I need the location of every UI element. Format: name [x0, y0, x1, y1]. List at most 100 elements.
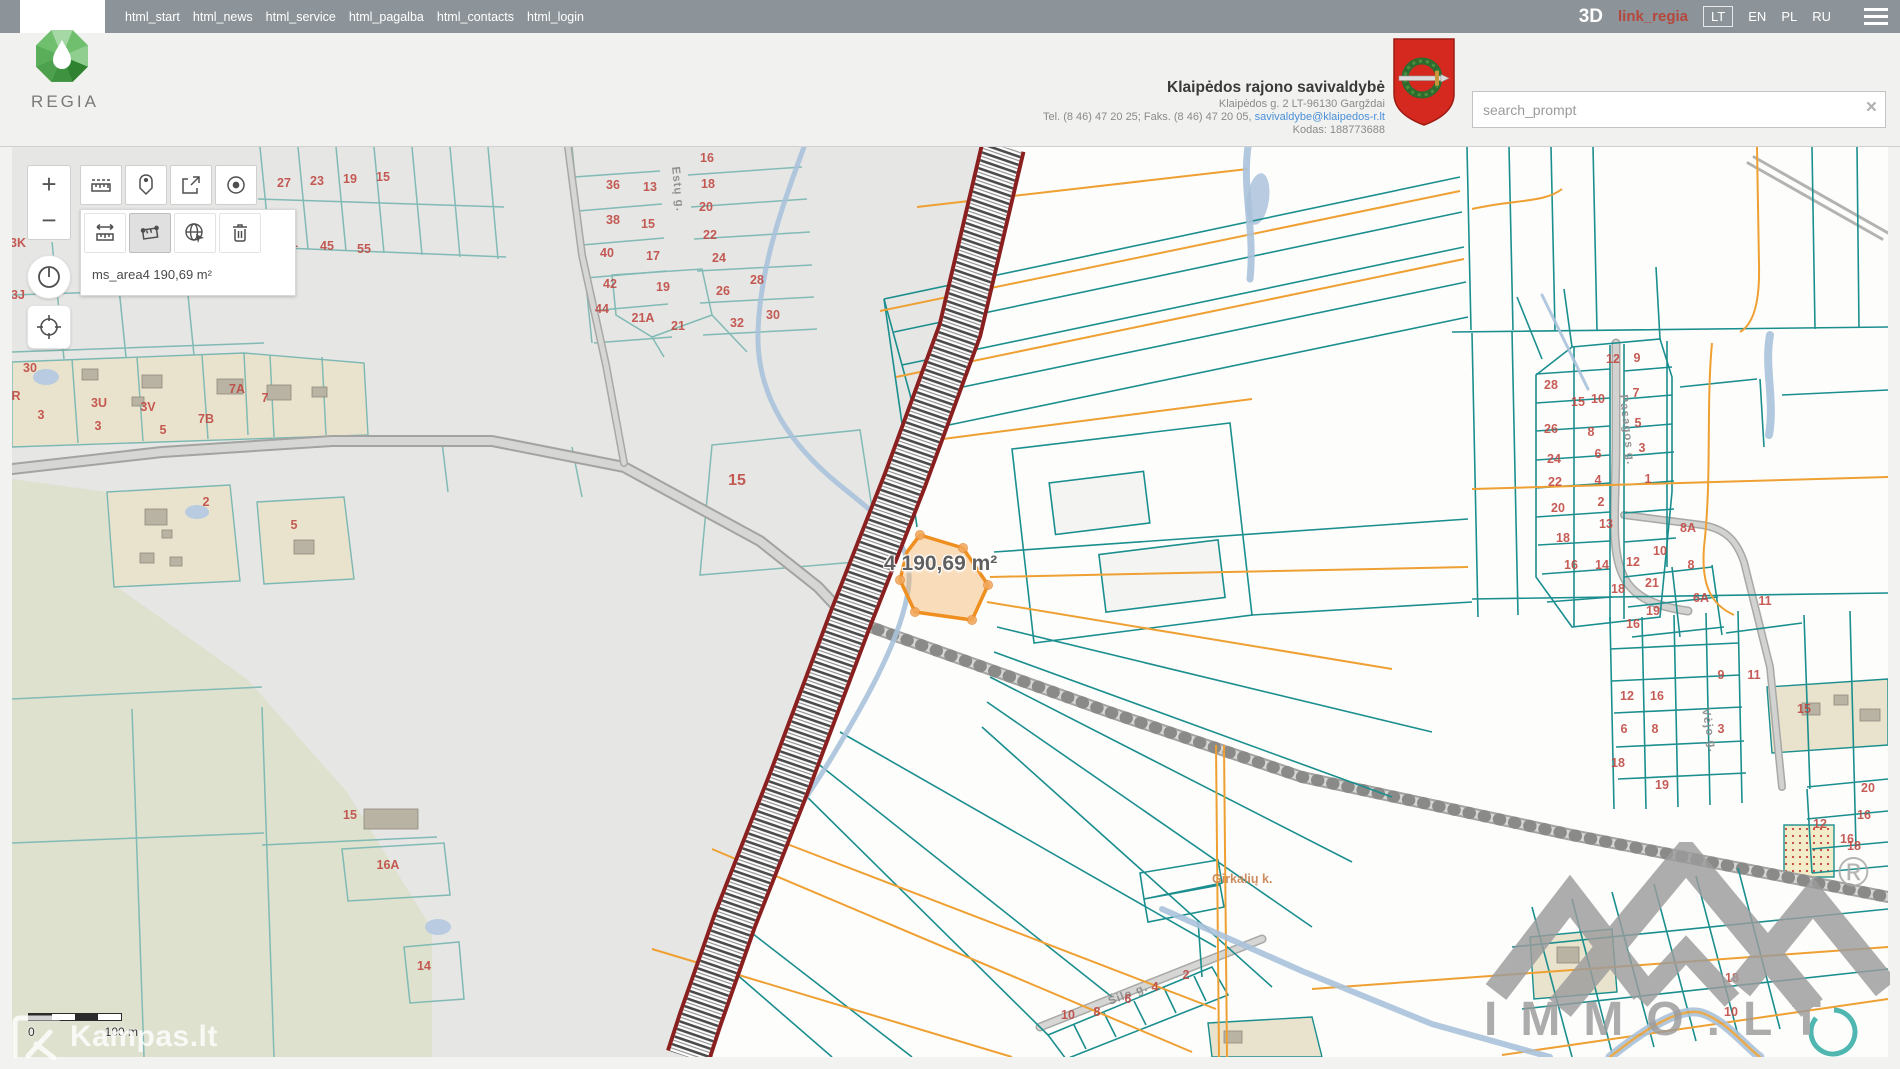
- parcel-number: 14: [1595, 558, 1609, 572]
- parcel-number: 24: [1547, 452, 1561, 466]
- history-clock-button[interactable]: [27, 255, 71, 299]
- parcel-number: 15: [641, 217, 655, 231]
- parcel-number: 16: [1857, 808, 1871, 822]
- parcel-number: 3J: [12, 288, 25, 302]
- parcel-number: 18: [1611, 582, 1625, 596]
- municipality-title: Klaipėdos rajono savivaldybė: [1043, 78, 1385, 98]
- parcel-number: 7: [262, 391, 269, 405]
- nav-login[interactable]: html_login: [527, 10, 584, 24]
- parcel-number: 24: [712, 251, 726, 265]
- regia-gem-logo[interactable]: [30, 20, 94, 92]
- measure-distance-button[interactable]: [84, 213, 126, 253]
- municipality-info: Klaipėdos rajono savivaldybė Klaipėdos g…: [1043, 78, 1385, 137]
- parcel-number: 8A: [1680, 521, 1696, 535]
- parcel-number: 7A: [229, 382, 245, 396]
- lang-ru[interactable]: RU: [1812, 9, 1831, 24]
- search-box: ×: [1472, 91, 1886, 128]
- search-input[interactable]: [1472, 91, 1886, 128]
- parcel-number: 8: [1688, 558, 1695, 572]
- phone-fax: Tel. (8 46) 47 20 25; Faks. (8 46) 47 20…: [1043, 111, 1255, 123]
- parcel-number: 20: [1551, 501, 1565, 515]
- email-link[interactable]: savivaldybe@klaipedos-r.lt: [1255, 111, 1385, 123]
- parcel-number: 6: [1125, 992, 1132, 1006]
- kampas-watermark-text: Kampas.lt: [70, 1020, 218, 1054]
- kampas-watermark: Kampas.lt: [12, 1014, 218, 1060]
- parcel-number: 45: [320, 239, 334, 253]
- parcel-number: 15: [343, 808, 357, 822]
- parcel-number: 5: [160, 423, 167, 437]
- parcel-number: 15: [1797, 702, 1811, 716]
- coat-of-arms: [1393, 38, 1455, 126]
- export-tool-button[interactable]: [170, 165, 212, 205]
- parcel-number: 12: [1620, 689, 1634, 703]
- clear-search-icon[interactable]: ×: [1866, 98, 1877, 118]
- record-dot-icon: [224, 173, 248, 197]
- parcel-number: 55: [357, 242, 371, 256]
- nav-news[interactable]: html_news: [193, 10, 253, 24]
- parcel-number: 5: [291, 518, 298, 532]
- parcel-number: 13: [1599, 517, 1613, 531]
- parcel-number: 16: [700, 151, 714, 165]
- parcel-number: 20: [699, 200, 713, 214]
- measure-geodesic-button[interactable]: [174, 213, 216, 253]
- parcel-number: 20: [1861, 781, 1875, 795]
- locate-me-button[interactable]: [27, 305, 71, 349]
- parcel-number: 18: [1611, 756, 1625, 770]
- parcel-number: 17: [646, 249, 660, 263]
- parcel-number: 6: [1621, 722, 1628, 736]
- parcel-number: 8: [1094, 1005, 1101, 1019]
- nav-start[interactable]: html_start: [125, 10, 180, 24]
- parcel-number: 32: [730, 316, 744, 330]
- parcel-number: 15: [728, 472, 746, 489]
- parcel-number: 8: [1652, 722, 1659, 736]
- marker-tool-button[interactable]: [125, 165, 167, 205]
- lang-lt[interactable]: LT: [1703, 6, 1733, 27]
- parcel-number: 9: [1718, 668, 1725, 682]
- parcel-number: 3: [38, 408, 45, 422]
- parcel-number: 16: [1564, 558, 1578, 572]
- parcel-number: 4: [1152, 980, 1159, 994]
- regia-portal: html_start html_news html_service html_p…: [0, 0, 1900, 1069]
- parcel-number: 8: [1588, 425, 1595, 439]
- measure-tool-button[interactable]: [80, 165, 122, 205]
- parcel-number: 15: [376, 170, 390, 184]
- parcel-number: 19: [343, 172, 357, 186]
- parcel-number: 18: [1556, 531, 1570, 545]
- parcel-number: 14: [417, 959, 431, 973]
- parcel-number: 26: [716, 284, 730, 298]
- nav-service[interactable]: html_service: [266, 10, 336, 24]
- parcel-number: 13: [643, 180, 657, 194]
- area-value-label: 4 190,69 m²: [884, 552, 997, 576]
- globe-cursor-icon: [183, 221, 207, 245]
- record-point-button[interactable]: [215, 165, 257, 205]
- area-ruler-icon: [138, 221, 162, 245]
- parcel-number: 3V: [140, 400, 156, 414]
- parcel-number: 42: [603, 277, 617, 291]
- lang-pl[interactable]: PL: [1781, 9, 1797, 24]
- view-3d-button[interactable]: 3D: [1579, 6, 1603, 28]
- parcel-number: 2: [1183, 968, 1190, 982]
- municipality-address: Klaipėdos g. 2 LT-96130 Gargždai: [1043, 98, 1385, 111]
- parcel-number: 22: [1548, 475, 1562, 489]
- parcel-number: 3: [1718, 722, 1725, 736]
- trash-icon: [228, 221, 252, 245]
- lang-en[interactable]: EN: [1748, 9, 1766, 24]
- parcel-number: 10: [1061, 1008, 1075, 1022]
- nav-pagalba[interactable]: html_pagalba: [349, 10, 424, 24]
- nav-contacts[interactable]: html_contacts: [437, 10, 514, 24]
- parcel-number: 12: [1626, 555, 1640, 569]
- zoom-in-button[interactable]: +: [27, 165, 71, 203]
- parcel-number: 44: [595, 302, 609, 316]
- delete-measure-button[interactable]: [219, 213, 261, 253]
- regia-link[interactable]: link_regia: [1618, 8, 1688, 25]
- parcel-number: 40: [600, 246, 614, 260]
- parcel-number: 10: [1591, 392, 1605, 406]
- top-nav: html_start html_news html_service html_p…: [0, 0, 1900, 33]
- zoom-out-button[interactable]: −: [27, 202, 71, 240]
- measure-area-button[interactable]: [129, 213, 171, 253]
- crosshair-icon: [36, 314, 62, 340]
- parcel-number: 12: [1606, 352, 1620, 366]
- parcel-number: 23: [310, 174, 324, 188]
- hamburger-menu-icon[interactable]: [1864, 8, 1888, 25]
- parcel-number: 28: [750, 273, 764, 287]
